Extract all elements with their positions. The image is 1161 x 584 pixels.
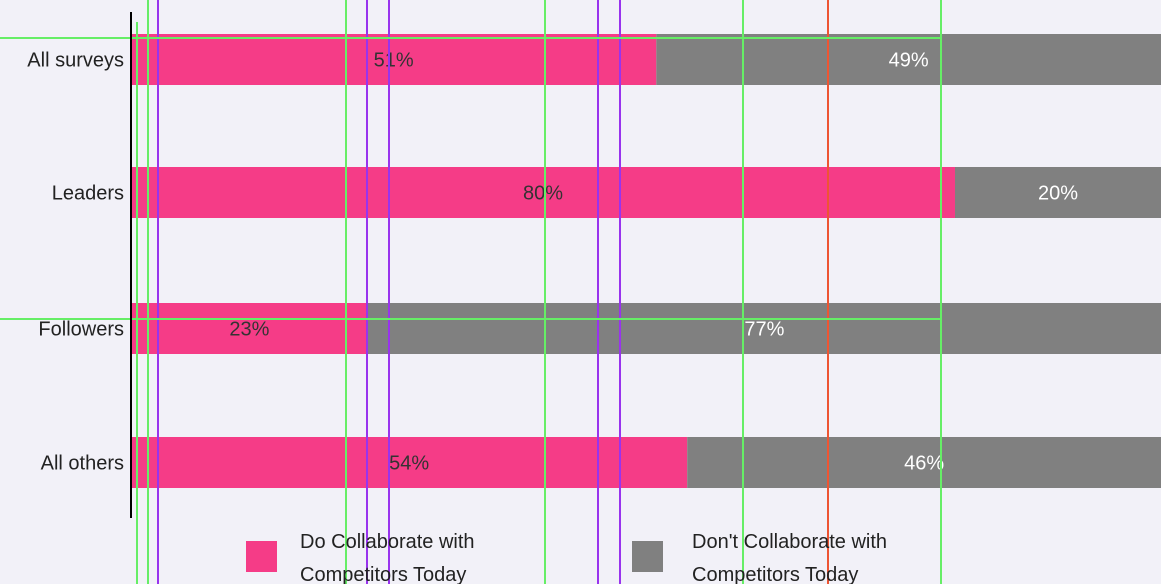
labels-layer: 51% 49% 80% 20% 23% 77% 54% 46% All surveys Leade…	[27, 50, 1078, 475]
chart-container: 51% 49% 80% 20% 23% 77% 54% 46% All surveys Leade…	[0, 0, 1161, 584]
stacked-bar-chart: 51% 49% 80% 20% 23% 77% 54% 46% All surveys Leade…	[0, 0, 1161, 584]
value-label-followers-series-2: 77%	[744, 319, 784, 341]
guide-overlay-layer	[0, 0, 942, 584]
legend-label-series-2-line-1: Don't Collaborate with	[692, 531, 887, 553]
value-label-all-others-series-1: 54%	[389, 453, 429, 475]
legend-label-series-1-line-1: Do Collaborate with	[300, 531, 475, 553]
legend-label-series-1-line-2: Competitors Today	[300, 564, 466, 584]
legend-label-series-2-line-2: Competitors Today	[692, 564, 858, 584]
value-label-leaders-series-2: 20%	[1038, 183, 1078, 205]
legend: Do Collaborate with Competitors Today Don'…	[246, 531, 887, 584]
category-label-followers: Followers	[38, 319, 124, 341]
value-label-all-others-series-2: 46%	[904, 453, 944, 475]
value-label-all-surveys-series-1: 51%	[374, 50, 414, 72]
bars-layer	[131, 34, 1161, 488]
category-label-all-others: All others	[41, 453, 124, 475]
value-label-leaders-series-1: 80%	[523, 183, 563, 205]
legend-swatch-series-1	[246, 541, 277, 572]
legend-swatch-series-2	[632, 541, 663, 572]
value-label-followers-series-1: 23%	[229, 319, 269, 341]
category-label-leaders: Leaders	[52, 183, 124, 205]
category-label-all-surveys: All surveys	[27, 50, 124, 72]
value-label-all-surveys-series-2: 49%	[889, 50, 929, 72]
